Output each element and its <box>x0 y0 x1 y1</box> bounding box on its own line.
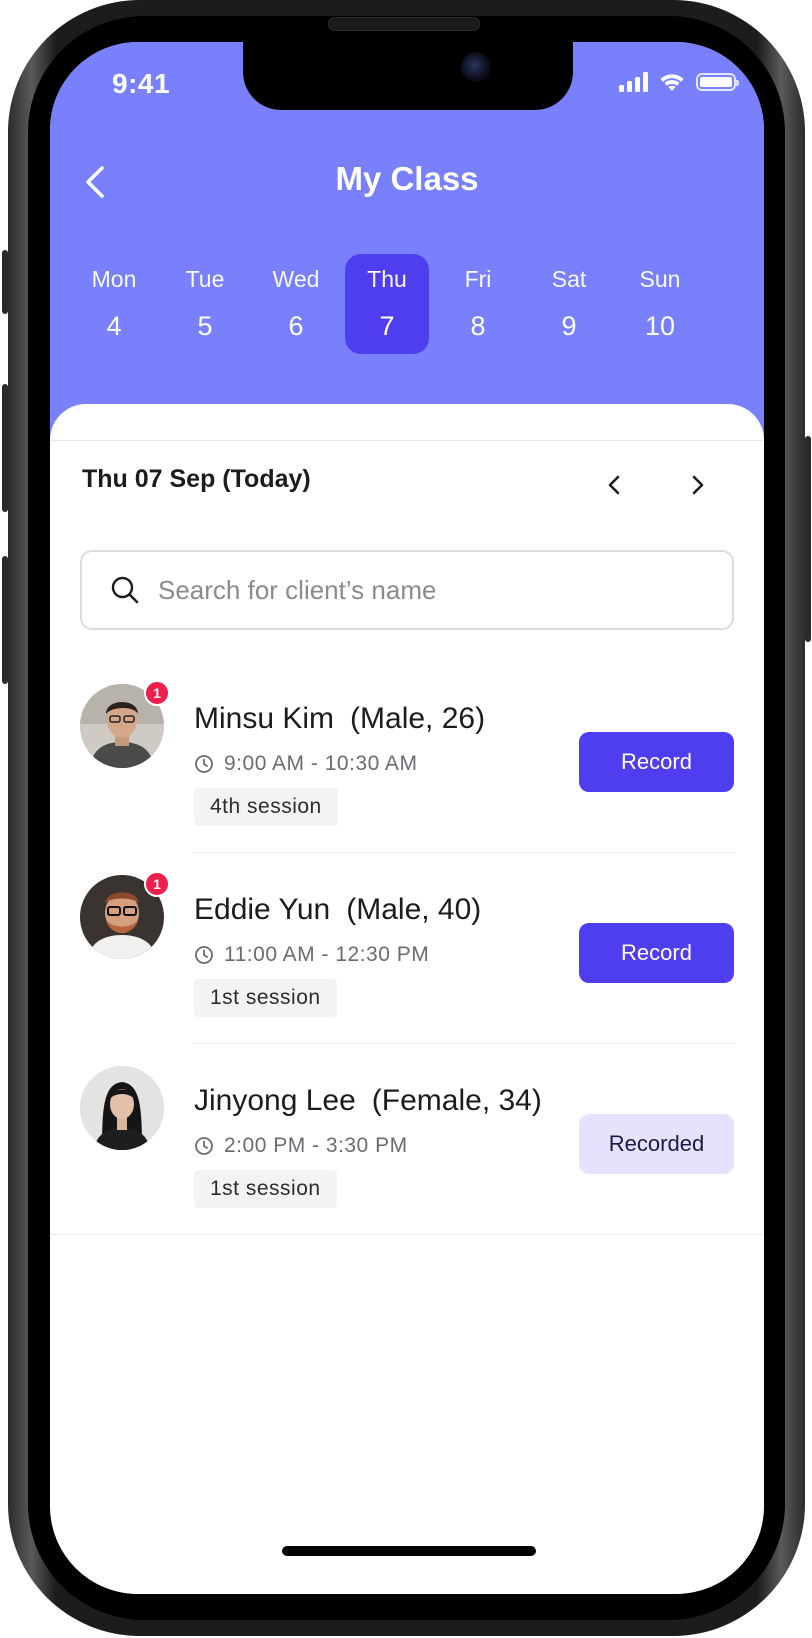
power-button <box>805 436 811 642</box>
client-name: Jinyong Lee <box>194 1084 356 1117</box>
client-row[interactable]: 1 Minsu Kim (Male, 26) 9:00 AM - 10:30 AM… <box>80 664 734 854</box>
client-info: (Male, 40) <box>346 893 482 926</box>
day-mon[interactable]: Mon 4 <box>72 254 156 354</box>
clock-icon <box>195 946 213 964</box>
day-number: 8 <box>470 311 486 341</box>
next-day-icon[interactable] <box>680 468 714 502</box>
day-number: 7 <box>379 311 395 341</box>
client-name: Eddie Yun <box>194 893 331 926</box>
notification-badge: 1 <box>144 871 170 897</box>
day-number: 9 <box>561 311 577 341</box>
client-row[interactable]: Jinyong Lee (Female, 34) 2:00 PM - 3:30 P… <box>80 1046 734 1236</box>
client-row[interactable]: 1 Eddie Yun (Male, 40) 11:00 AM - 12:30 P… <box>80 855 734 1045</box>
day-number: 4 <box>106 311 122 341</box>
time-range: 11:00 AM - 12:30 PM <box>224 943 430 966</box>
day-sat[interactable]: Sat 9 <box>527 254 611 354</box>
client-name-line: Minsu Kim (Male, 26) <box>194 702 485 736</box>
client-name: Minsu Kim <box>194 702 335 735</box>
search-box[interactable] <box>80 550 734 630</box>
client-info: (Female, 34) <box>371 1084 542 1117</box>
time-range: 2:00 PM - 3:30 PM <box>224 1134 408 1157</box>
status-time: 9:41 <box>112 68 171 99</box>
wifi-icon <box>660 74 684 91</box>
divider <box>50 1234 764 1235</box>
avatar <box>80 1066 164 1150</box>
notification-badge: 1 <box>144 680 170 706</box>
selected-date-label: Thu 07 Sep (Today) <box>82 465 311 493</box>
day-name: Sat <box>551 266 587 292</box>
search-icon <box>111 576 139 604</box>
home-indicator[interactable] <box>282 1546 536 1556</box>
volume-up-button <box>2 384 8 512</box>
day-number: 5 <box>197 311 213 341</box>
session-tag: 1st session <box>194 979 337 1017</box>
recorded-button[interactable]: Recorded <box>579 1114 734 1174</box>
day-number: 6 <box>288 311 304 341</box>
volume-down-button <box>2 556 8 684</box>
record-button[interactable]: Record <box>579 923 734 983</box>
day-name: Sun <box>639 266 681 292</box>
mute-switch <box>2 250 8 314</box>
day-name: Wed <box>272 266 320 292</box>
divider <box>50 440 764 441</box>
day-thu-selected[interactable]: Thu 7 <box>345 254 429 354</box>
previous-day-icon[interactable] <box>598 468 632 502</box>
client-name-line: Eddie Yun (Male, 40) <box>194 893 481 927</box>
search-input[interactable] <box>156 573 720 607</box>
day-name: Fri <box>464 266 492 292</box>
avatar-container: 1 <box>80 871 170 959</box>
client-photo <box>80 1066 164 1150</box>
time-range: 9:00 AM - 10:30 AM <box>224 752 418 775</box>
session-time: 2:00 PM - 3:30 PM <box>194 1134 408 1158</box>
battery-icon <box>696 73 739 91</box>
day-wed[interactable]: Wed 6 <box>254 254 338 354</box>
front-camera <box>461 52 491 82</box>
day-name: Thu <box>367 266 407 292</box>
status-icons <box>619 72 739 92</box>
page-title: My Class <box>335 160 479 197</box>
client-name-line: Jinyong Lee (Female, 34) <box>194 1084 542 1118</box>
session-tag: 4th session <box>194 788 338 826</box>
avatar-container: 1 <box>80 680 170 768</box>
session-time: 11:00 AM - 12:30 PM <box>194 943 429 967</box>
day-tue[interactable]: Tue 5 <box>163 254 247 354</box>
notch <box>243 42 573 110</box>
week-day-selector: Mon 4 Tue 5 Wed 6 Thu 7 Fri 8 Sat 9 Sun … <box>72 254 742 354</box>
day-number: 10 <box>644 311 676 341</box>
day-sun[interactable]: Sun 10 <box>618 254 702 354</box>
session-time: 9:00 AM - 10:30 AM <box>194 752 417 776</box>
clock-icon <box>195 1137 213 1155</box>
day-name: Mon <box>91 266 137 292</box>
earpiece-speaker <box>328 17 480 31</box>
schedule-sheet: Thu 07 Sep (Today) Search for client’s n… <box>50 404 764 1594</box>
session-tag: 1st session <box>194 1170 337 1208</box>
record-button[interactable]: Record <box>579 732 734 792</box>
app-screen: 9:41 My Class Mon 4 Tue 5 Wed 6 Thu 7 Fr… <box>50 42 764 1594</box>
divider <box>194 1043 734 1044</box>
avatar-container <box>80 1066 164 1150</box>
client-info: (Male, 26) <box>350 702 486 735</box>
clock-icon <box>195 755 213 773</box>
cellular-signal-icon <box>619 72 648 92</box>
day-name: Tue <box>185 266 225 292</box>
day-fri[interactable]: Fri 8 <box>436 254 520 354</box>
divider <box>194 852 734 853</box>
